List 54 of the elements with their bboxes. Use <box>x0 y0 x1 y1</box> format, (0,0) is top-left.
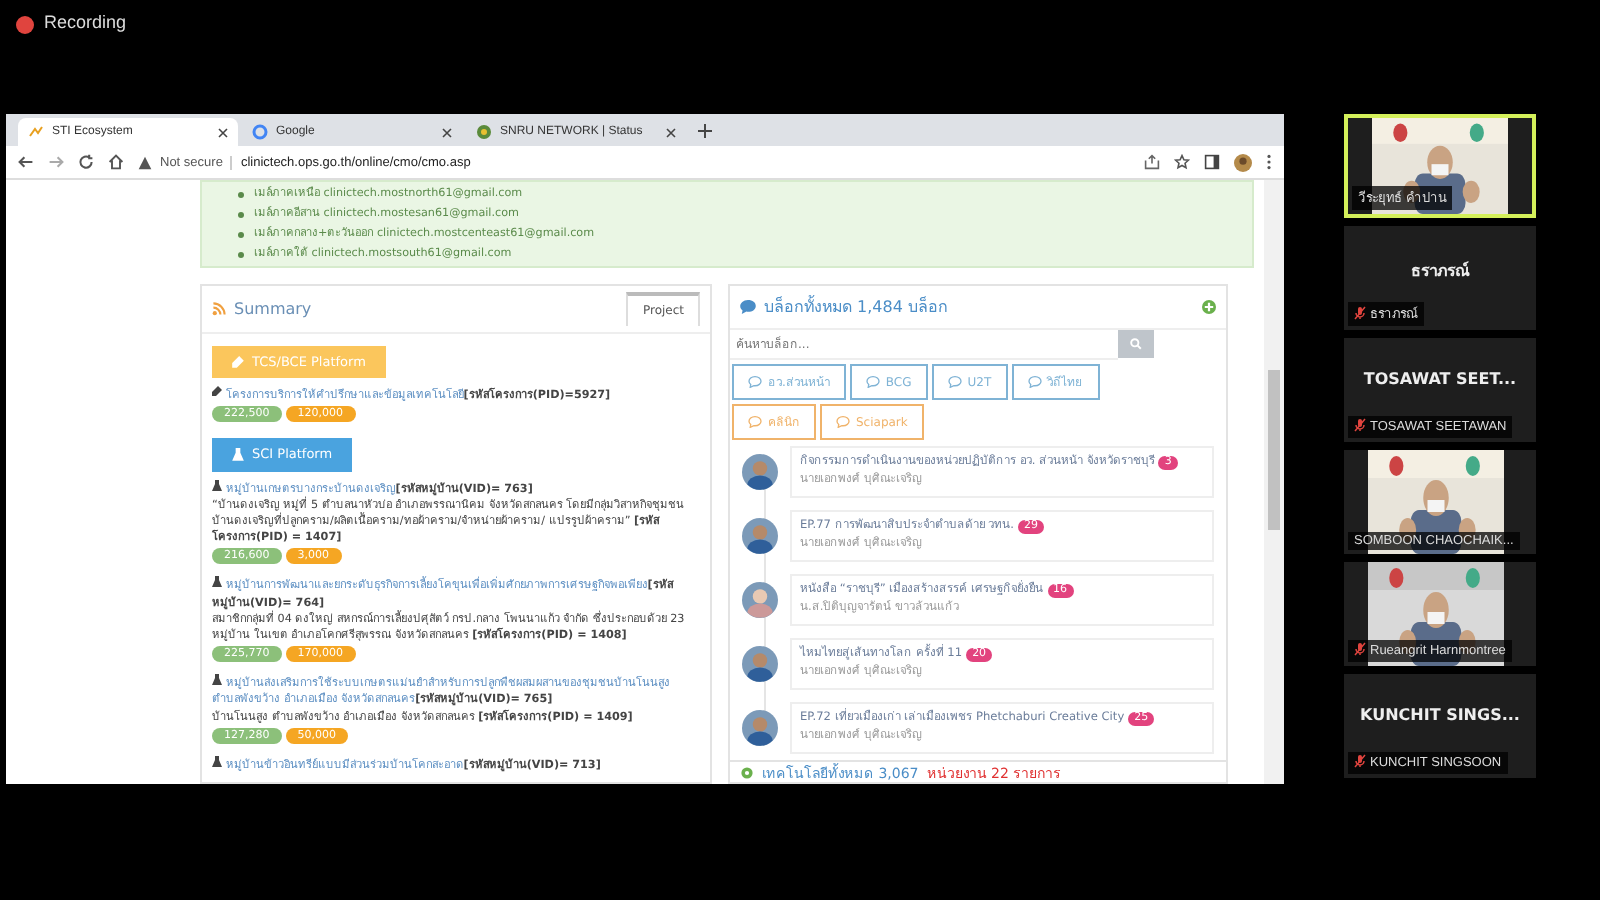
chat-icon <box>865 376 880 388</box>
google-icon <box>252 124 268 140</box>
summary-title: Summary <box>234 300 312 318</box>
warning-icon <box>138 155 152 169</box>
home-icon[interactable] <box>108 154 124 170</box>
avatar <box>742 646 778 682</box>
reload-icon[interactable] <box>78 154 94 170</box>
add-icon[interactable] <box>1202 300 1216 314</box>
flask-icon <box>232 448 244 462</box>
avatar <box>742 454 778 490</box>
chat-icon <box>947 376 962 388</box>
flask-icon <box>212 479 222 492</box>
menu-icon[interactable] <box>1266 154 1272 170</box>
scrollbar[interactable] <box>1264 180 1284 784</box>
close-icon[interactable] <box>666 127 676 137</box>
flask-icon <box>212 576 222 589</box>
participant-display-name: KUNCHIT SINGS... <box>1358 706 1522 724</box>
pencil-icon <box>212 386 222 399</box>
side-panel-icon[interactable] <box>1204 154 1220 170</box>
recording-icon <box>16 16 34 34</box>
avatar <box>742 518 778 554</box>
profile-avatar[interactable] <box>1234 153 1252 171</box>
avatar <box>742 582 778 618</box>
muted-microphone-icon <box>1354 305 1366 319</box>
flask-icon <box>212 755 222 768</box>
chat-icon <box>748 416 762 428</box>
muted-microphone-icon <box>1354 418 1366 432</box>
site-logo-icon <box>28 124 44 140</box>
site-logo-icon <box>476 124 492 140</box>
participant-display-name: ธราภรณ์ <box>1409 259 1472 284</box>
star-icon[interactable] <box>1174 154 1190 170</box>
chat-icon <box>748 376 762 388</box>
close-icon[interactable] <box>442 127 452 137</box>
bullet-icon <box>238 231 244 237</box>
chat-icon <box>836 416 850 428</box>
recording-label: Recording <box>44 12 127 32</box>
rss-icon <box>212 302 226 316</box>
blog-title: บล็อกทั้งหมด 1,484 บล็อก <box>764 294 950 320</box>
back-icon[interactable] <box>18 154 34 170</box>
chat-icon <box>1027 376 1042 388</box>
search-icon <box>1130 338 1142 350</box>
flask-icon <box>212 674 222 687</box>
participant-display-name: TOSAWAT SEET... <box>1361 370 1519 388</box>
bullet-icon <box>238 191 244 197</box>
chat-icon <box>740 300 756 314</box>
bullet-icon <box>238 251 244 257</box>
bullet-icon <box>238 211 244 217</box>
new-tab-icon[interactable] <box>698 123 712 137</box>
muted-microphone-icon <box>1354 642 1366 656</box>
avatar <box>742 710 778 746</box>
share-icon[interactable] <box>1144 154 1160 170</box>
muted-microphone-icon <box>1354 754 1366 768</box>
close-icon[interactable] <box>218 127 228 137</box>
pencil-icon <box>232 355 244 370</box>
